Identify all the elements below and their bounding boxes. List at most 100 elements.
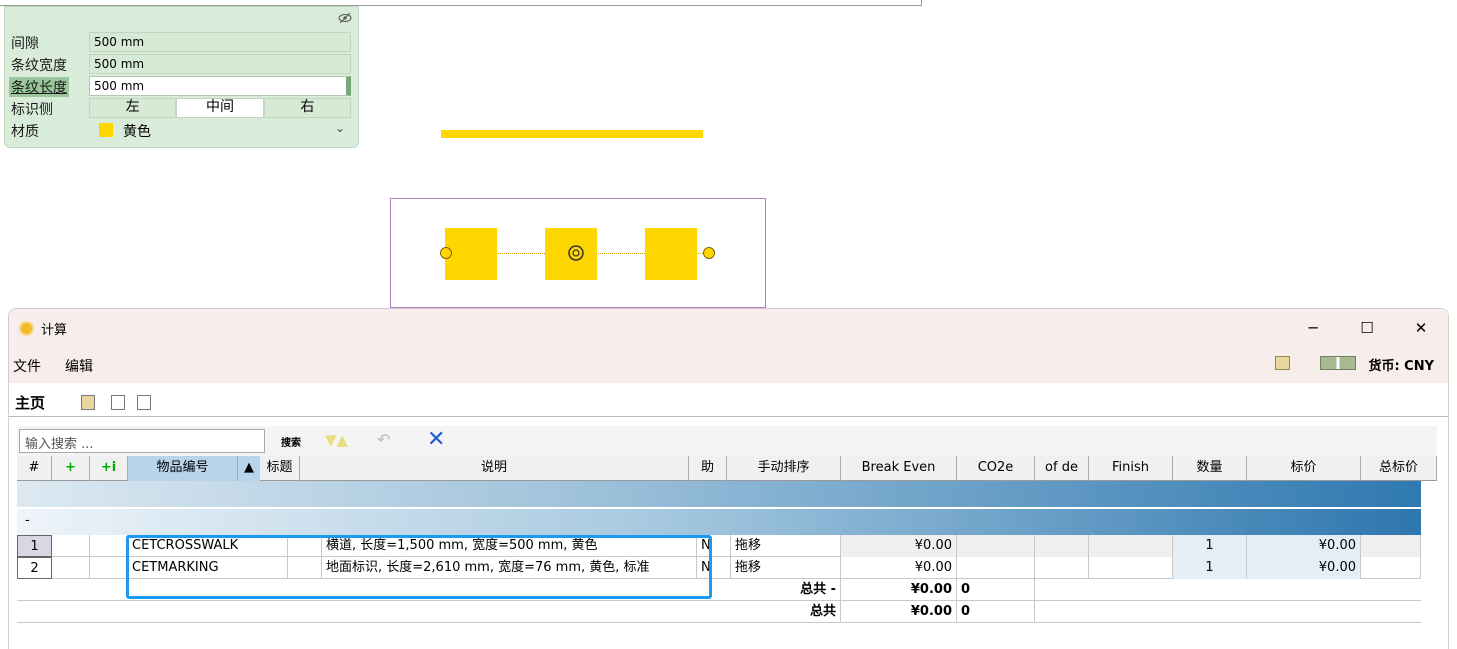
table-header: # + +i 物品编号 ▲ 标题 说明 助 手动排序 Break Even CO…	[17, 456, 1437, 481]
endpoint-handle[interactable]	[440, 247, 452, 259]
manual-sort-cell[interactable]: 拖移	[731, 557, 841, 579]
cell	[52, 535, 90, 557]
tab-main[interactable]: 主页	[11, 389, 71, 417]
group-collapse-label[interactable]: -	[25, 513, 30, 528]
group-band: -	[17, 509, 1421, 535]
side-left-option[interactable]: 左	[89, 98, 177, 118]
search-toolbar: 输入搜索 ... 搜索 ▼▲ ↶ ✕	[17, 426, 1437, 456]
crosswalk-stripe[interactable]	[445, 228, 497, 280]
material-dropdown[interactable]: 黄色 ⌄	[89, 120, 351, 140]
cell	[90, 535, 128, 557]
search-button[interactable]: 搜索	[281, 434, 301, 449]
total-co2: 0	[957, 601, 1035, 623]
calculation-window: 计算 ─ ☐ ✕ 文件 编辑 货币: CNY 主页 输入搜索 ... 搜索 ▼▲…	[8, 308, 1449, 649]
add-row-icon[interactable]: +	[52, 456, 90, 481]
price-cell[interactable]: ¥0.00	[1247, 535, 1361, 557]
side-center-option[interactable]: 中间	[176, 98, 264, 118]
material-swatch	[99, 123, 113, 137]
title-bar: 计算 ─ ☐ ✕	[9, 309, 1448, 347]
property-panel: 间隙 500 mm 条纹宽度 500 mm 条纹长度 500 mm 标识侧 左 …	[4, 6, 359, 148]
stripe-length-field[interactable]: 500 mm	[89, 76, 351, 96]
currency-label: 货币: CNY	[1368, 359, 1434, 374]
filter-icon[interactable]: ▼▲	[325, 431, 348, 449]
prop-row-gap: 间隙 500 mm	[5, 31, 358, 53]
crosswalk-stripe[interactable]	[645, 228, 697, 280]
money-icon[interactable]	[1320, 356, 1356, 370]
col-price[interactable]: 标价	[1247, 456, 1361, 481]
prop-label: 间隙	[11, 36, 39, 52]
side-segmented-control: 左 中间 右	[89, 98, 351, 118]
chevron-down-icon: ⌄	[334, 121, 345, 135]
cell	[957, 557, 1035, 579]
quantity-cell[interactable]: 1	[1173, 535, 1247, 557]
col-finish[interactable]: Finish	[1089, 456, 1173, 481]
close-button[interactable]: ✕	[1406, 317, 1436, 339]
col-total-price[interactable]: 总标价	[1361, 456, 1437, 481]
col-break-even[interactable]: Break Even	[841, 456, 957, 481]
cell	[1035, 535, 1089, 557]
subtotal-co2: 0	[957, 579, 1035, 601]
cell	[1361, 557, 1421, 579]
picture-icon[interactable]	[1275, 356, 1290, 370]
cell	[1361, 535, 1421, 557]
menu-edit[interactable]: 编辑	[65, 356, 93, 376]
app-icon	[19, 321, 34, 336]
cell	[52, 557, 90, 579]
total-value: ¥0.00	[841, 601, 957, 623]
prop-row-stripe-length: 条纹长度 500 mm	[5, 75, 358, 97]
maximize-button[interactable]: ☐	[1352, 317, 1382, 339]
prop-label: 条纹宽度	[11, 58, 67, 74]
col-flag[interactable]: 助	[689, 456, 727, 481]
tab-strip: 主页	[9, 383, 1448, 417]
image-tab-icon[interactable]	[81, 395, 95, 410]
col-description[interactable]: 说明	[300, 456, 689, 481]
menu-file[interactable]: 文件	[13, 356, 41, 376]
manual-sort-cell[interactable]: 拖移	[731, 535, 841, 557]
gap-field[interactable]: 500 mm	[89, 32, 351, 52]
cell	[957, 535, 1035, 557]
rotate-handle-icon[interactable]	[566, 243, 586, 263]
subtotal-label: 总共 -	[731, 579, 841, 601]
stripe-width-field[interactable]: 500 mm	[89, 54, 351, 74]
prop-row-stripe-width: 条纹宽度 500 mm	[5, 53, 358, 75]
total-label: 总共	[731, 601, 841, 623]
col-title[interactable]: 标题	[260, 456, 300, 481]
add-info-icon[interactable]: +i	[90, 456, 128, 481]
endpoint-handle[interactable]	[703, 247, 715, 259]
hide-eye-icon[interactable]	[338, 11, 352, 25]
cell	[1089, 535, 1173, 557]
minimize-button[interactable]: ─	[1298, 317, 1328, 339]
price-cell[interactable]: ¥0.00	[1247, 557, 1361, 579]
copy-tab-icon[interactable]	[137, 395, 151, 410]
sort-asc-icon[interactable]: ▲	[238, 456, 260, 481]
cell	[90, 557, 128, 579]
marking-line-shape[interactable]	[441, 130, 703, 138]
undo-icon[interactable]: ↶	[377, 430, 390, 449]
col-index[interactable]: #	[17, 456, 52, 481]
cell	[1089, 557, 1173, 579]
prop-row-material: 材质 黄色 ⌄	[5, 119, 358, 141]
break-even-cell: ¥0.00	[841, 557, 957, 579]
row-index[interactable]: 1	[17, 535, 52, 557]
col-of-de[interactable]: of de	[1035, 456, 1089, 481]
col-item-number[interactable]: 物品编号	[128, 456, 238, 481]
page-tab-icon[interactable]	[111, 395, 125, 410]
material-value: 黄色	[123, 124, 151, 140]
break-even-cell: ¥0.00	[841, 535, 957, 557]
clear-icon[interactable]: ✕	[427, 427, 445, 452]
row-index[interactable]: 2	[17, 557, 52, 579]
col-co2e[interactable]: CO2e	[957, 456, 1035, 481]
prop-label: 材质	[11, 124, 39, 140]
col-manual-sort[interactable]: 手动排序	[727, 456, 841, 481]
prop-label: 标识侧	[11, 102, 53, 118]
col-quantity[interactable]: 数量	[1173, 456, 1247, 481]
side-right-option[interactable]: 右	[263, 98, 351, 118]
quantity-cell[interactable]: 1	[1173, 557, 1247, 579]
screen: 间隙 500 mm 条纹宽度 500 mm 条纹长度 500 mm 标识侧 左 …	[0, 0, 1457, 649]
total-row: 总共 ¥0.00 0	[17, 601, 1421, 623]
highlight-box	[126, 535, 712, 599]
window-title: 计算	[41, 323, 68, 338]
search-input[interactable]: 输入搜索 ...	[19, 429, 265, 453]
item-table: # + +i 物品编号 ▲ 标题 说明 助 手动排序 Break Even CO…	[17, 456, 1437, 649]
group-band	[17, 481, 1421, 507]
